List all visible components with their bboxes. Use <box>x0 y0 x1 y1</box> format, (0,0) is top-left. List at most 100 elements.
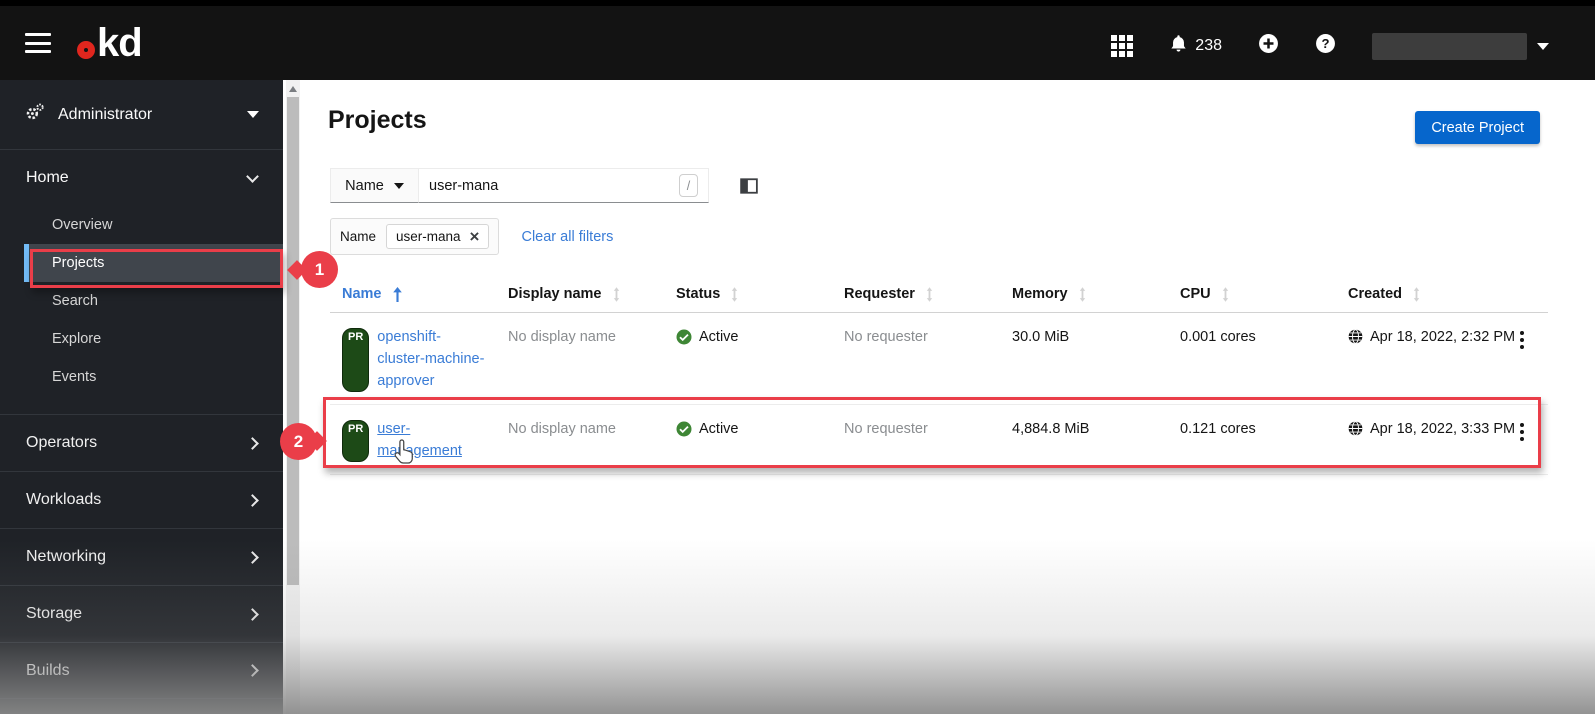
sort-icon <box>1413 286 1420 302</box>
column-header-actions <box>1520 286 1560 302</box>
sidebar-group-label: Workloads <box>26 491 102 508</box>
sidebar-group-workloads[interactable]: Workloads <box>0 471 283 528</box>
chevron-down-icon <box>246 169 259 183</box>
user-menu-redacted <box>1372 32 1527 60</box>
sidebar-item-events[interactable]: Events <box>0 358 283 396</box>
create-project-button[interactable]: Create Project <box>1415 111 1540 144</box>
sidebar-group-label: Builds <box>26 661 70 679</box>
perspective-switcher[interactable]: Administrator <box>0 80 283 150</box>
search-input[interactable]: user-mana / <box>419 168 709 203</box>
sort-icon <box>732 286 738 302</box>
sidebar-group-builds[interactable]: Builds <box>0 642 283 699</box>
table-header-row: Name Display name Status Requester Memor… <box>330 278 1548 313</box>
annotation-box-user-management-row <box>323 397 1541 468</box>
search-input-value: user-mana <box>429 177 499 194</box>
sidebar: Administrator Home Overview Projects Sea… <box>0 80 283 714</box>
column-label: Requester <box>844 286 915 302</box>
sort-icon <box>613 286 619 302</box>
project-link-openshift-cluster-machine-approver[interactable]: openshift- cluster-machine- approver <box>377 326 484 392</box>
remove-chip-icon[interactable]: × <box>470 228 480 245</box>
column-header-display-name[interactable]: Display name <box>508 286 676 302</box>
slash-shortcut-hint: / <box>679 174 698 197</box>
column-label: Status <box>676 286 721 302</box>
annotation-badge-1: 1 <box>301 251 338 288</box>
column-label: Name <box>342 286 382 302</box>
created-timestamp: Apr 18, 2022, 2:32 PM <box>1370 329 1516 345</box>
memory-cell: 30.0 MiB <box>1012 329 1070 345</box>
sort-icon <box>926 286 933 302</box>
display-name-cell: No display name <box>508 329 616 345</box>
okd-logo-text: kd <box>97 20 143 65</box>
menu-icon[interactable] <box>25 33 51 53</box>
sidebar-group-label: Storage <box>26 605 83 622</box>
column-header-status[interactable]: Status <box>676 286 844 302</box>
chevron-right-icon <box>246 607 259 621</box>
status-label: Active <box>699 329 739 345</box>
sort-icon <box>1079 286 1085 302</box>
active-filters: Name user-mana × Clear all filters <box>330 218 613 255</box>
annotation-badge-2: 2 <box>280 423 317 460</box>
okd-logo: kd <box>77 20 143 66</box>
kebab-menu-icon[interactable] <box>1520 331 1524 349</box>
scrollbar-up-arrow-icon[interactable] <box>289 86 297 92</box>
column-label: Created <box>1348 286 1402 302</box>
filter-attribute-dropdown[interactable]: Name <box>330 168 419 203</box>
sidebar-group-label: Networking <box>26 548 107 565</box>
filter-attribute-label: Name <box>345 177 384 194</box>
mouse-cursor-hand-icon <box>393 438 416 470</box>
chevron-down-icon <box>1537 42 1549 50</box>
chevron-right-icon <box>246 550 259 564</box>
clear-all-filters-link[interactable]: Clear all filters <box>521 229 613 245</box>
column-header-memory[interactable]: Memory <box>1012 286 1180 302</box>
chip-value: user-mana <box>396 229 461 244</box>
vertical-scrollbar[interactable] <box>286 80 300 714</box>
column-label: Display name <box>508 286 602 302</box>
sort-icon <box>1222 286 1228 302</box>
chip-group-label: Name <box>340 229 377 244</box>
perspective-label: Administrator <box>58 105 153 123</box>
sidebar-group-label: Operators <box>26 434 98 451</box>
check-circle-icon <box>676 329 692 345</box>
masthead: kd 238 ? <box>0 0 1595 80</box>
project-resource-badge: PR <box>342 328 370 392</box>
globe-icon <box>1348 329 1363 344</box>
sidebar-item-explore[interactable]: Explore <box>0 320 283 358</box>
chevron-right-icon <box>246 493 259 507</box>
requester-cell: No requester <box>844 329 928 345</box>
manage-columns-icon[interactable] <box>740 177 758 195</box>
column-label: Memory <box>1012 286 1068 302</box>
sort-ascending-icon <box>392 286 402 302</box>
created-cell: Apr 18, 2022, 2:32 PM <box>1348 326 1520 348</box>
bell-icon <box>1169 34 1188 58</box>
table-row: PR openshift- cluster-machine- approver … <box>330 313 1548 405</box>
filter-chip-group: Name user-mana × <box>330 218 500 255</box>
filter-chip: user-mana × <box>386 224 490 249</box>
filter-toolbar: Name user-mana / <box>330 168 758 203</box>
scrollbar-thumb[interactable] <box>287 97 299 585</box>
help-icon[interactable]: ? <box>1315 33 1336 59</box>
notification-count: 238 <box>1195 37 1222 54</box>
sidebar-group-storage[interactable]: Storage <box>0 585 283 642</box>
sidebar-group-networking[interactable]: Networking <box>0 528 283 585</box>
sidebar-group-operators[interactable]: Operators <box>0 414 283 471</box>
chevron-right-icon <box>246 664 259 677</box>
column-header-created[interactable]: Created <box>1348 286 1520 302</box>
chevron-right-icon <box>246 436 259 450</box>
page-title: Projects <box>328 106 427 134</box>
sidebar-item-overview[interactable]: Overview <box>0 206 283 244</box>
app-launcher-icon[interactable] <box>1111 35 1134 57</box>
column-label: CPU <box>1180 286 1211 302</box>
column-header-name[interactable]: Name <box>342 286 508 302</box>
status-cell: Active <box>676 326 844 348</box>
sidebar-group-label: Home <box>26 169 69 186</box>
gears-icon <box>24 102 45 128</box>
column-header-cpu[interactable]: CPU <box>1180 286 1348 302</box>
column-header-requester[interactable]: Requester <box>844 286 1012 302</box>
chevron-down-icon <box>247 111 259 118</box>
user-menu[interactable] <box>1372 32 1549 60</box>
notifications-button[interactable]: 238 <box>1169 34 1222 58</box>
plus-circle-icon[interactable] <box>1258 33 1279 59</box>
annotation-box-projects <box>30 249 283 288</box>
sidebar-group-home[interactable]: Home <box>0 150 283 206</box>
cpu-cell: 0.001 cores <box>1180 329 1256 345</box>
